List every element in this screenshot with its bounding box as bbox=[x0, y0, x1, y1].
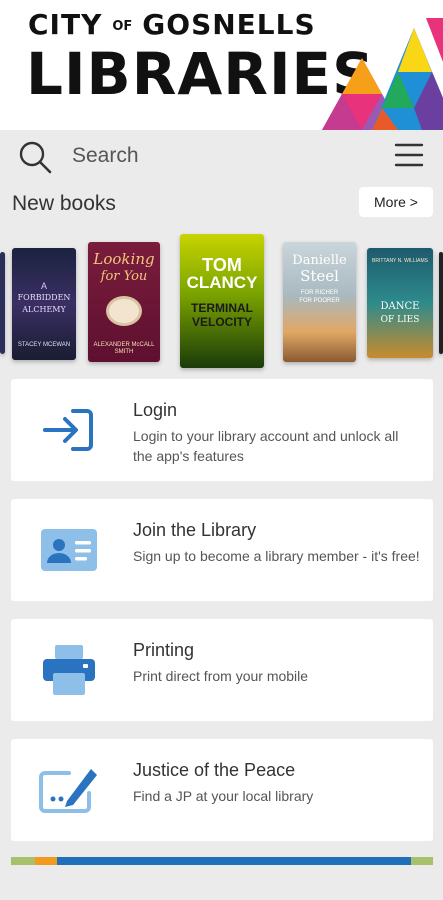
logo-of-word: OF bbox=[112, 18, 133, 34]
book-cover[interactable]: TOM CLANCY TERMINAL VELOCITY bbox=[180, 234, 264, 368]
book-title-line: VELOCITY bbox=[191, 315, 252, 329]
new-books-carousel[interactable]: A FORBIDDEN ALCHEMY STACEY MCEWAN Lookin… bbox=[0, 230, 443, 370]
book-title-line: FORBIDDEN bbox=[17, 293, 71, 302]
book-title-line: FOR POORER bbox=[299, 298, 340, 304]
join-library-description: Sign up to become a library member - it'… bbox=[133, 548, 420, 564]
printing-description: Print direct from your mobile bbox=[133, 668, 309, 684]
login-title: Login bbox=[133, 400, 178, 420]
book-author: ALEXANDER McCALL SMITH bbox=[93, 342, 155, 356]
logo-city-word: CITY bbox=[28, 8, 103, 41]
footer-accent-green-right bbox=[411, 857, 433, 865]
logo-city-line: CITY OF GOSNELLS bbox=[28, 8, 316, 41]
logo-gosnells-word: GOSNELLS bbox=[142, 8, 316, 41]
book-author: STACEY MCEWAN bbox=[17, 342, 71, 348]
id-card-icon bbox=[41, 529, 97, 571]
new-books-heading: New books bbox=[12, 192, 116, 215]
logo-mountains-graphic bbox=[322, 18, 443, 130]
app-header: CITY OF GOSNELLS LIBRARIES bbox=[0, 0, 443, 130]
book-title-line: CLANCY bbox=[186, 273, 258, 292]
justice-of-peace-description: Find a JP at your local library bbox=[133, 788, 314, 804]
book-title-line: Looking bbox=[93, 250, 155, 268]
book-title-line: OF LIES bbox=[380, 315, 420, 325]
book-cover-partial-right[interactable] bbox=[439, 252, 443, 354]
book-cover[interactable]: BRITTANY N. WILLIAMS DANCE OF LIES bbox=[367, 248, 433, 358]
book-cover[interactable]: Danielle Steel FOR RICHER FOR POORER bbox=[283, 242, 356, 362]
login-card[interactable]: Login Login to your library account and … bbox=[11, 379, 433, 481]
book-title-line: TERMINAL bbox=[191, 301, 253, 315]
printing-title: Printing bbox=[133, 640, 195, 660]
printer-icon bbox=[43, 645, 95, 695]
book-title-line: TOM bbox=[202, 255, 242, 275]
signature-pen-icon bbox=[39, 769, 97, 813]
footer-accent-orange bbox=[35, 857, 57, 865]
book-title-line: Steel bbox=[300, 267, 339, 285]
book-title-line: A bbox=[40, 281, 47, 291]
coffee-cup-illustration bbox=[106, 296, 142, 326]
login-icon bbox=[43, 409, 93, 451]
book-author: BRITTANY N. WILLIAMS bbox=[372, 258, 428, 264]
join-library-title: Join the Library bbox=[133, 520, 257, 540]
book-cover-partial-left[interactable] bbox=[0, 252, 5, 354]
hamburger-menu-icon[interactable] bbox=[394, 142, 424, 168]
join-library-card[interactable]: Join the Library Sign up to become a lib… bbox=[11, 499, 433, 601]
printing-card[interactable]: Printing Print direct from your mobile bbox=[11, 619, 433, 721]
book-title-line: Danielle bbox=[292, 253, 347, 268]
justice-of-peace-title: Justice of the Peace bbox=[133, 760, 296, 780]
book-cover[interactable]: A FORBIDDEN ALCHEMY STACEY MCEWAN bbox=[12, 248, 76, 360]
justice-of-peace-card[interactable]: Justice of the Peace Find a JP at your l… bbox=[11, 739, 433, 841]
search-input[interactable]: Search bbox=[72, 144, 139, 168]
book-title-line: ALCHEMY bbox=[22, 305, 66, 314]
search-icon[interactable] bbox=[18, 140, 52, 174]
search-bar[interactable]: Search bbox=[0, 130, 443, 182]
login-description: Login to your library account and unlock… bbox=[133, 428, 399, 465]
book-title-line: for You bbox=[100, 269, 148, 284]
book-title-line: FOR RICHER bbox=[300, 290, 339, 296]
book-title-line: DANCE bbox=[380, 301, 420, 312]
book-cover[interactable]: Looking for You ALEXANDER McCALL SMITH bbox=[88, 242, 160, 362]
more-books-button[interactable]: More > bbox=[359, 187, 433, 217]
footer-accent-bar bbox=[11, 857, 433, 865]
footer-accent-green-left bbox=[11, 857, 35, 865]
